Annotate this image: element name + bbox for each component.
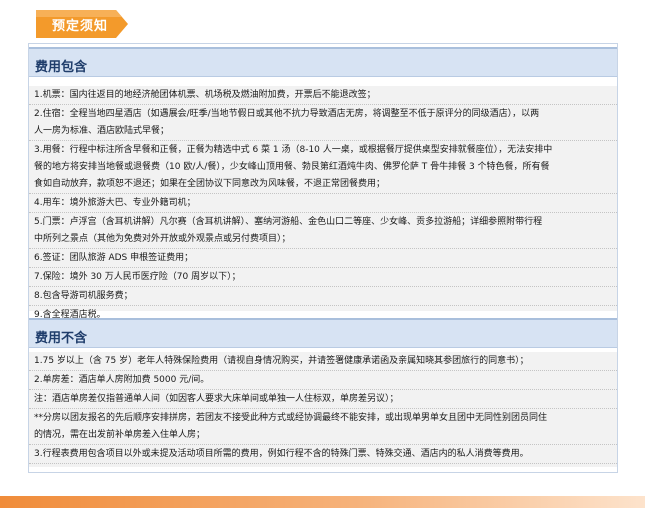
included-section-title: 费用包含 [35,60,88,75]
list-item-line: 3.行程表费用包含项目以外或未提及活动项目所需的费用，例如行程不含的特殊门票、特… [34,449,529,459]
badge-label: 预定须知 [52,19,109,34]
list-item-line: 5.门票：卢浮宫（含耳机讲解）凡尔赛（含耳机讲解）、塞纳河游船、金色山口二等座、… [34,217,543,227]
list-item-line: 中所列之景点（其他为免费对外开放或外观景点或另付费项目）； [34,234,291,244]
list-item-line: 2.单房差：酒店单人房附加费 5000 元/间。 [34,375,210,385]
list-item: **分房以团友报名的先后顺序安排拼房，若团友不接受此种方式或经协调最终不能安排，… [29,409,617,445]
list-item-line: 1.机票：国内往返目的地经济舱团体机票、机场税及燃油附加费，开票后不能退改签； [34,90,376,100]
booking-notice-badge: 预定须知 [36,10,128,38]
excluded-list: 1.75 岁以上（含 75 岁）老年人特殊保险费用（请视自身情况购买，并请签署健… [29,352,617,467]
excluded-section-title: 费用不含 [35,331,88,346]
included-list: 1.机票：国内往返目的地经济舱团体机票、机场税及燃油附加费，开票后不能退改签； 2… [29,86,617,325]
list-item-line: 人一房为标准、酒店欧陆式早餐； [34,126,170,136]
list-item-line: 4.用车：境外旅游大巴、专业外籍司机； [34,198,196,208]
list-item: 1.75 岁以上（含 75 岁）老年人特殊保险费用（请视自身情况购买，并请签署健… [29,352,617,371]
list-item: 2.住宿：全程当地四星酒店（如遇展会/旺季/当地节假日或其他不抗力导致酒店无房，… [29,105,617,141]
list-item: 3.用餐：行程中标注所含早餐和正餐，正餐为精选中式 6 菜 1 汤（8-10 人… [29,141,617,194]
list-item-line: 6.签证：团队旅游 ADS 申根签证费用； [34,253,194,263]
list-item-line: 7.保险：境外 30 万人民币医疗险（70 周岁以下）； [34,272,241,282]
list-item-line: 8.包含导游司机服务费； [34,291,133,301]
list-item-line: 注：酒店单房差仅指普通单人间（如因客人要求大床单间或单独一人住标双，单房差另议）… [34,394,399,404]
included-section-header: 费用包含 [29,47,617,77]
list-item-line: **分房以团友报名的先后顺序安排拼房，若团友不接受此种方式或经协调最终不能安排，… [34,413,548,423]
list-item-line: 1.75 岁以上（含 75 岁）老年人特殊保险费用（请视自身情况购买，并请签署健… [34,356,529,366]
list-item-line: 3.用餐：行程中标注所含早餐和正餐，正餐为精选中式 6 菜 1 汤（8-10 人… [34,145,553,155]
footer-strip [0,496,645,508]
list-item: 1.机票：国内往返目的地经济舱团体机票、机场税及燃油附加费，开票后不能退改签； [29,86,617,105]
list-item-line: 的情况，需在出发前补单房差入住单人房； [34,430,206,440]
list-item: 3.行程表费用包含项目以外或未提及活动项目所需的费用，例如行程不含的特殊门票、特… [29,445,617,464]
list-item: 注：酒店单房差仅指普通单人间（如因客人要求大床单间或单独一人住标双，单房差另议）… [29,390,617,409]
list-item-line: 2.住宿：全程当地四星酒店（如遇展会/旺季/当地节假日或其他不抗力导致酒店无房，… [34,109,540,119]
list-item: 5.门票：卢浮宫（含耳机讲解）凡尔赛（含耳机讲解）、塞纳河游船、金色山口二等座、… [29,213,617,249]
list-item: 8.包含导游司机服务费； [29,287,617,306]
excluded-section-header: 费用不含 [29,318,617,348]
list-item: 4.用车：境外旅游大巴、专业外籍司机； [29,194,617,213]
list-item: 2.单房差：酒店单人房附加费 5000 元/间。 [29,371,617,390]
list-item-line: 餐的地方将安排当地餐或退餐费（10 欧/人/餐），少女峰山顶用餐、勃艮第红酒炖牛… [34,162,550,172]
list-item: 6.签证：团队旅游 ADS 申根签证费用； [29,249,617,268]
list-item: 7.保险：境外 30 万人民币医疗险（70 周岁以下）； [29,268,617,287]
list-item-line: 食如自动放弃，款项恕不退还；如果在全团协议下同意改为风味餐，不退正常团餐费用； [34,179,386,189]
